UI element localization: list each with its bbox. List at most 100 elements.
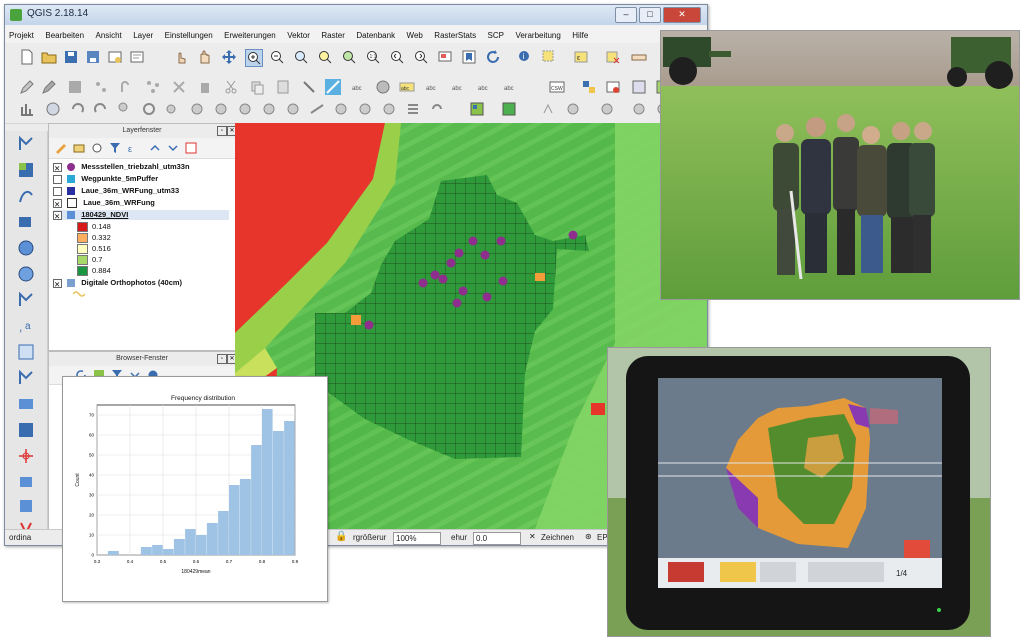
python-console-icon[interactable] [581,79,597,95]
layer-item-orthophotos[interactable]: ✕ Digitale Orthophotos (40cm) [53,278,182,289]
zoom-full-icon[interactable] [293,49,309,65]
measurement-point[interactable] [468,236,478,246]
reshape-icon[interactable] [309,101,325,117]
add-feature-icon[interactable] [93,79,109,95]
label-pin-icon[interactable]: abc [425,79,441,95]
scp-icon[interactable] [631,79,647,95]
filter-expression-icon[interactable]: ε [127,142,139,154]
measurement-point[interactable] [452,298,462,308]
label-highlight-icon[interactable]: abc [399,79,415,95]
label-globe-icon[interactable] [375,79,391,95]
label-tool-icon[interactable] [301,79,317,95]
label-show-icon[interactable]: abc [451,79,467,95]
menu-web[interactable]: Web [403,27,426,40]
digitize-icon[interactable] [325,79,341,95]
menu-datenbank[interactable]: Datenbank [352,27,398,40]
add-postgis-layer-icon[interactable] [17,187,35,205]
menu-ansicht[interactable]: Ansicht [92,27,125,40]
remove-layer-icon[interactable] [185,142,197,154]
simplify-icon[interactable] [165,101,181,117]
new-spatialite-icon[interactable] [17,395,35,413]
menu-erweiterungen[interactable]: Erweiterungen [220,27,279,40]
lock-icon[interactable]: 🔒 [335,531,347,542]
raster-layer-icon[interactable] [501,101,517,117]
polygon-tool-icon[interactable] [631,101,647,117]
terminal-button[interactable] [760,562,796,582]
pan-map-icon[interactable] [197,49,213,65]
identify-icon[interactable]: i [517,49,533,65]
zoom-to-selection-icon[interactable] [317,49,333,65]
layer-item-wegpunkte[interactable]: Wegpunkte_5mPuffer [53,174,158,184]
new-print-composer-icon[interactable] [107,49,123,65]
menu-scp[interactable]: SCP [484,27,507,40]
toggle-editing-icon[interactable] [41,79,57,95]
maximize-button[interactable]: □ [639,7,661,23]
circle-tool-icon[interactable] [565,101,581,117]
close-button[interactable]: ✕ [663,7,701,23]
label-move-icon[interactable]: abc [477,79,493,95]
zoom-next-icon[interactable] [413,49,429,65]
new-project-icon[interactable] [19,49,35,65]
delete-selected-icon[interactable] [171,79,187,95]
measurement-point[interactable] [446,258,456,268]
menu-hilfe[interactable]: Hilfe [568,27,591,40]
menu-raster[interactable]: Raster [317,27,348,40]
manage-visibility-icon[interactable] [91,142,103,154]
georeferencer-icon[interactable] [17,447,35,465]
zoom-out-icon[interactable] [269,49,285,65]
rotate-point-icon[interactable] [429,101,445,117]
expand-all-icon[interactable] [149,142,161,154]
advanced-digitize-icon[interactable] [117,101,133,117]
panel-float-icon[interactable]: ▫ [217,126,227,136]
raster-calc-icon[interactable] [19,101,35,117]
save-project-icon[interactable] [63,49,79,65]
menu-rasterstats[interactable]: RasterStats [430,27,479,40]
menu-projekt[interactable]: Projekt [5,27,37,40]
delete-ring-icon[interactable] [261,101,277,117]
menu-layer[interactable]: Layer [129,27,156,40]
add-delimited-text-icon[interactable]: ,a [17,317,35,335]
offset-curve-icon[interactable] [333,101,349,117]
rotation-field[interactable]: 0.0 [473,532,521,545]
trash-icon[interactable] [197,79,213,95]
panel-float-icon[interactable]: ▫ [217,354,227,364]
measurement-point[interactable] [458,286,468,296]
zoom-button-red[interactable] [904,540,930,558]
layer-visibility-checkbox[interactable]: ✕ [53,162,62,173]
layer-visibility-checkbox[interactable]: ✕ [53,210,62,221]
terminal-button[interactable] [808,562,884,582]
node-tool-icon[interactable] [145,79,161,95]
composer-manager-icon[interactable] [129,49,145,65]
measurement-point[interactable] [498,276,508,286]
merge-icon[interactable] [405,101,421,117]
magnifier-field[interactable]: 100% [393,532,441,545]
layer-visibility-checkbox[interactable] [53,174,62,184]
collapse-all-icon[interactable] [167,142,179,154]
layer-stack-icon[interactable] [469,101,485,117]
open-project-icon[interactable] [41,49,57,65]
layer-visibility-checkbox[interactable]: ✕ [53,278,62,289]
select-features-icon[interactable] [541,49,557,65]
add-wms-layer-icon[interactable] [17,239,35,257]
add-ring-icon[interactable] [189,101,205,117]
csw-icon[interactable]: CSW [549,79,565,95]
crs-globe-icon[interactable]: ⊛ [585,532,592,541]
zoom-last-icon[interactable] [389,49,405,65]
open-style-panel-icon[interactable] [55,142,67,154]
pan-to-selection-icon[interactable] [221,49,237,65]
add-part-icon[interactable] [213,101,229,117]
split-features-icon[interactable] [357,101,373,117]
new-bookmark-icon[interactable] [461,49,477,65]
plugin-manager-icon[interactable] [605,79,621,95]
copy-features-icon[interactable] [249,79,265,95]
edit-pencil-icon[interactable] [19,79,35,95]
measurement-point[interactable] [568,230,578,240]
layer-item-laue-utm33[interactable]: Laue_36m_WRFung_utm33 [53,186,179,196]
add-vector-layer-icon[interactable] [17,135,35,153]
redo-icon[interactable] [93,101,109,117]
layer-visibility-checkbox[interactable] [53,186,62,196]
menu-einstellungen[interactable]: Einstellungen [161,27,216,40]
add-wfs-layer-icon[interactable] [17,265,35,283]
measurement-point[interactable] [454,248,464,258]
minimize-button[interactable]: – [615,7,637,23]
